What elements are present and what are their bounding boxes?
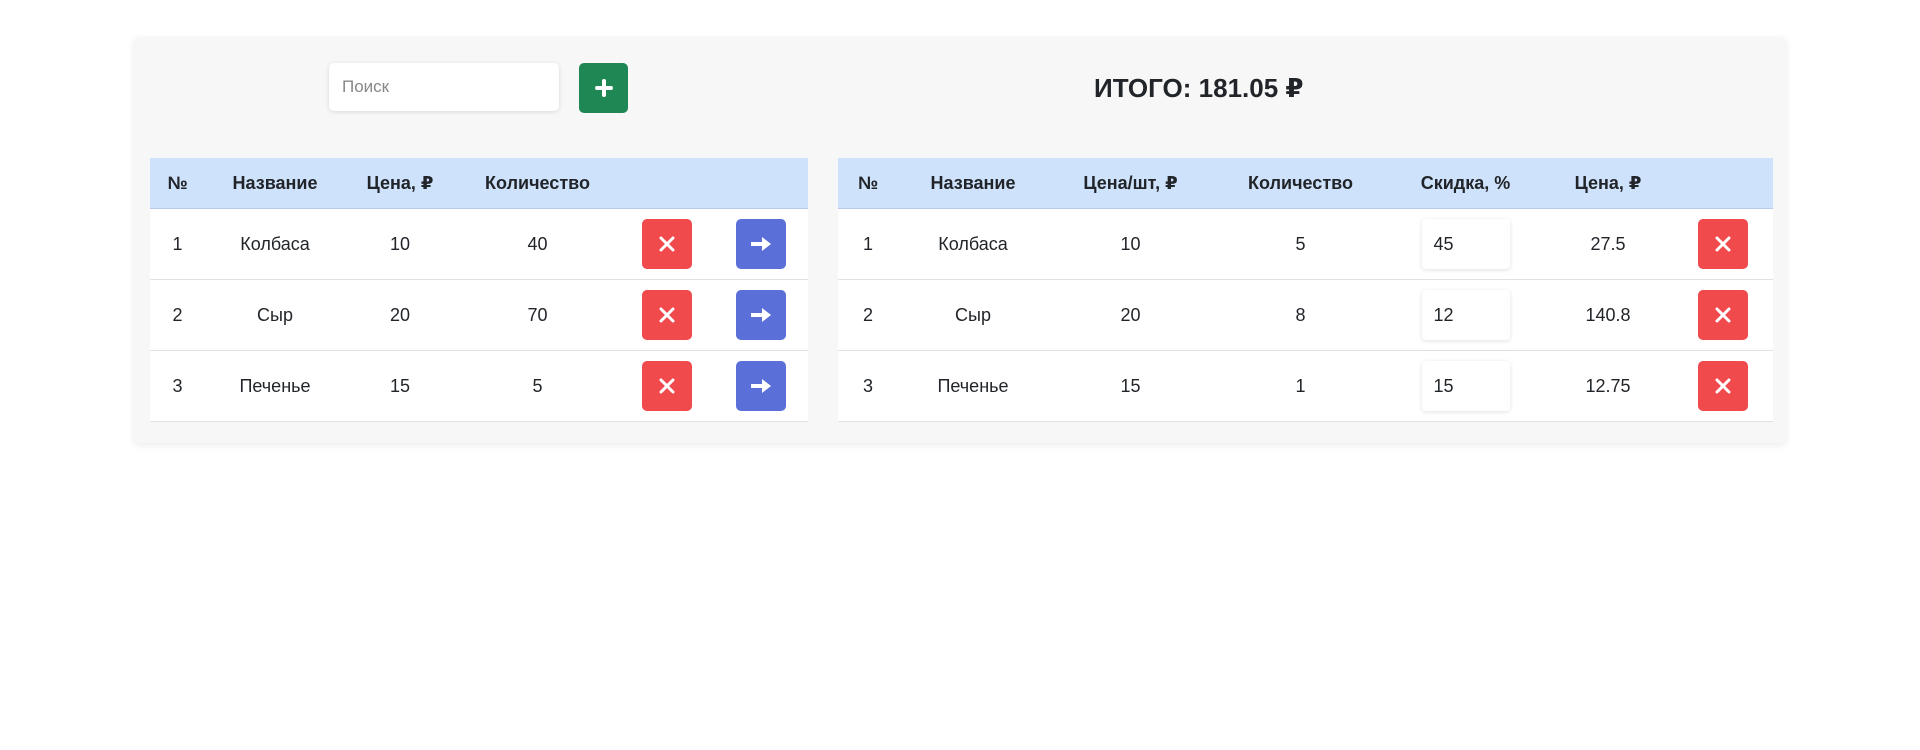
table-row: 3 Печенье 15 1 12.75 — [838, 350, 1773, 422]
delete-cell — [1673, 350, 1773, 422]
column-header-empty — [714, 158, 808, 209]
cart-item-price: 27.5 — [1543, 208, 1673, 280]
row-number: 3 — [150, 350, 205, 422]
column-header-unit-price: Цена/шт, ₽ — [1048, 158, 1213, 209]
arrow-right-icon — [751, 308, 771, 322]
cart-item-name: Сыр — [898, 279, 1048, 351]
product-quantity: 70 — [455, 279, 620, 351]
table-row: 2 Сыр 20 70 — [150, 279, 808, 351]
table-row: 3 Печенье 15 5 — [150, 350, 808, 422]
delete-cell — [620, 350, 714, 422]
product-quantity: 40 — [455, 208, 620, 280]
cart-item-unit-price: 10 — [1048, 208, 1213, 280]
cart-item-unit-price: 20 — [1048, 279, 1213, 351]
column-header-number: № — [150, 158, 205, 209]
cart-item-name: Колбаса — [898, 208, 1048, 280]
column-header-name: Название — [205, 158, 345, 209]
close-icon — [659, 236, 675, 252]
product-price: 15 — [345, 350, 455, 422]
product-name: Колбаса — [205, 208, 345, 280]
discount-input[interactable] — [1421, 361, 1510, 411]
cart-item-name: Печенье — [898, 350, 1048, 422]
column-header-number: № — [838, 158, 898, 209]
arrow-right-icon — [751, 379, 771, 393]
remove-from-cart-button[interactable] — [1698, 219, 1748, 269]
column-header-name: Название — [898, 158, 1048, 209]
discount-input[interactable] — [1421, 290, 1510, 340]
column-header-price: Цена, ₽ — [1543, 158, 1673, 209]
close-icon — [659, 378, 675, 394]
shop-panel: ИТОГО: 181.05 ₽ № Название Цена, ₽ Колич… — [134, 37, 1786, 443]
product-quantity: 5 — [455, 350, 620, 422]
add-to-cart-button[interactable] — [736, 290, 786, 340]
column-header-quantity: Количество — [1213, 158, 1388, 209]
column-header-empty — [620, 158, 714, 209]
total-label: ИТОГО: 181.05 ₽ — [1094, 73, 1304, 103]
cart-item-quantity: 5 — [1213, 208, 1388, 280]
add-product-button[interactable] — [579, 63, 628, 113]
delete-cell — [1673, 208, 1773, 280]
delete-product-button[interactable] — [642, 219, 692, 269]
remove-from-cart-button[interactable] — [1698, 290, 1748, 340]
product-name: Печенье — [205, 350, 345, 422]
close-icon — [659, 307, 675, 323]
discount-cell — [1388, 279, 1543, 351]
close-icon — [1715, 378, 1731, 394]
move-cell — [714, 279, 808, 351]
row-number: 2 — [150, 279, 205, 351]
close-icon — [1715, 236, 1731, 252]
row-number: 2 — [838, 279, 898, 351]
move-cell — [714, 350, 808, 422]
table-row: 1 Колбаса 10 40 — [150, 208, 808, 280]
column-header-quantity: Количество — [455, 158, 620, 209]
move-cell — [714, 208, 808, 280]
delete-cell — [1673, 279, 1773, 351]
search-input[interactable] — [329, 63, 559, 111]
remove-from-cart-button[interactable] — [1698, 361, 1748, 411]
product-name: Сыр — [205, 279, 345, 351]
products-table: № Название Цена, ₽ Количество 1 Колбаса … — [150, 158, 808, 422]
product-price: 10 — [345, 208, 455, 280]
column-header-discount: Скидка, % — [1388, 158, 1543, 209]
row-number: 1 — [838, 208, 898, 280]
cart-item-quantity: 8 — [1213, 279, 1388, 351]
column-header-empty — [1673, 158, 1773, 209]
row-number: 1 — [150, 208, 205, 280]
cart-item-price: 12.75 — [1543, 350, 1673, 422]
cart-item-price: 140.8 — [1543, 279, 1673, 351]
close-icon — [1715, 307, 1731, 323]
table-header-row: № Название Цена, ₽ Количество — [150, 158, 808, 209]
delete-product-button[interactable] — [642, 290, 692, 340]
delete-product-button[interactable] — [642, 361, 692, 411]
add-to-cart-button[interactable] — [736, 361, 786, 411]
add-to-cart-button[interactable] — [736, 219, 786, 269]
arrow-right-icon — [751, 237, 771, 251]
plus-icon — [594, 79, 613, 97]
table-header-row: № Название Цена/шт, ₽ Количество Скидка,… — [838, 158, 1773, 209]
cart-table: № Название Цена/шт, ₽ Количество Скидка,… — [838, 158, 1773, 422]
delete-cell — [620, 208, 714, 280]
row-number: 3 — [838, 350, 898, 422]
cart-item-unit-price: 15 — [1048, 350, 1213, 422]
table-row: 1 Колбаса 10 5 27.5 — [838, 208, 1773, 280]
discount-cell — [1388, 208, 1543, 280]
discount-cell — [1388, 350, 1543, 422]
column-header-price: Цена, ₽ — [345, 158, 455, 209]
delete-cell — [620, 279, 714, 351]
cart-item-quantity: 1 — [1213, 350, 1388, 422]
table-row: 2 Сыр 20 8 140.8 — [838, 279, 1773, 351]
product-price: 20 — [345, 279, 455, 351]
discount-input[interactable] — [1421, 219, 1510, 269]
